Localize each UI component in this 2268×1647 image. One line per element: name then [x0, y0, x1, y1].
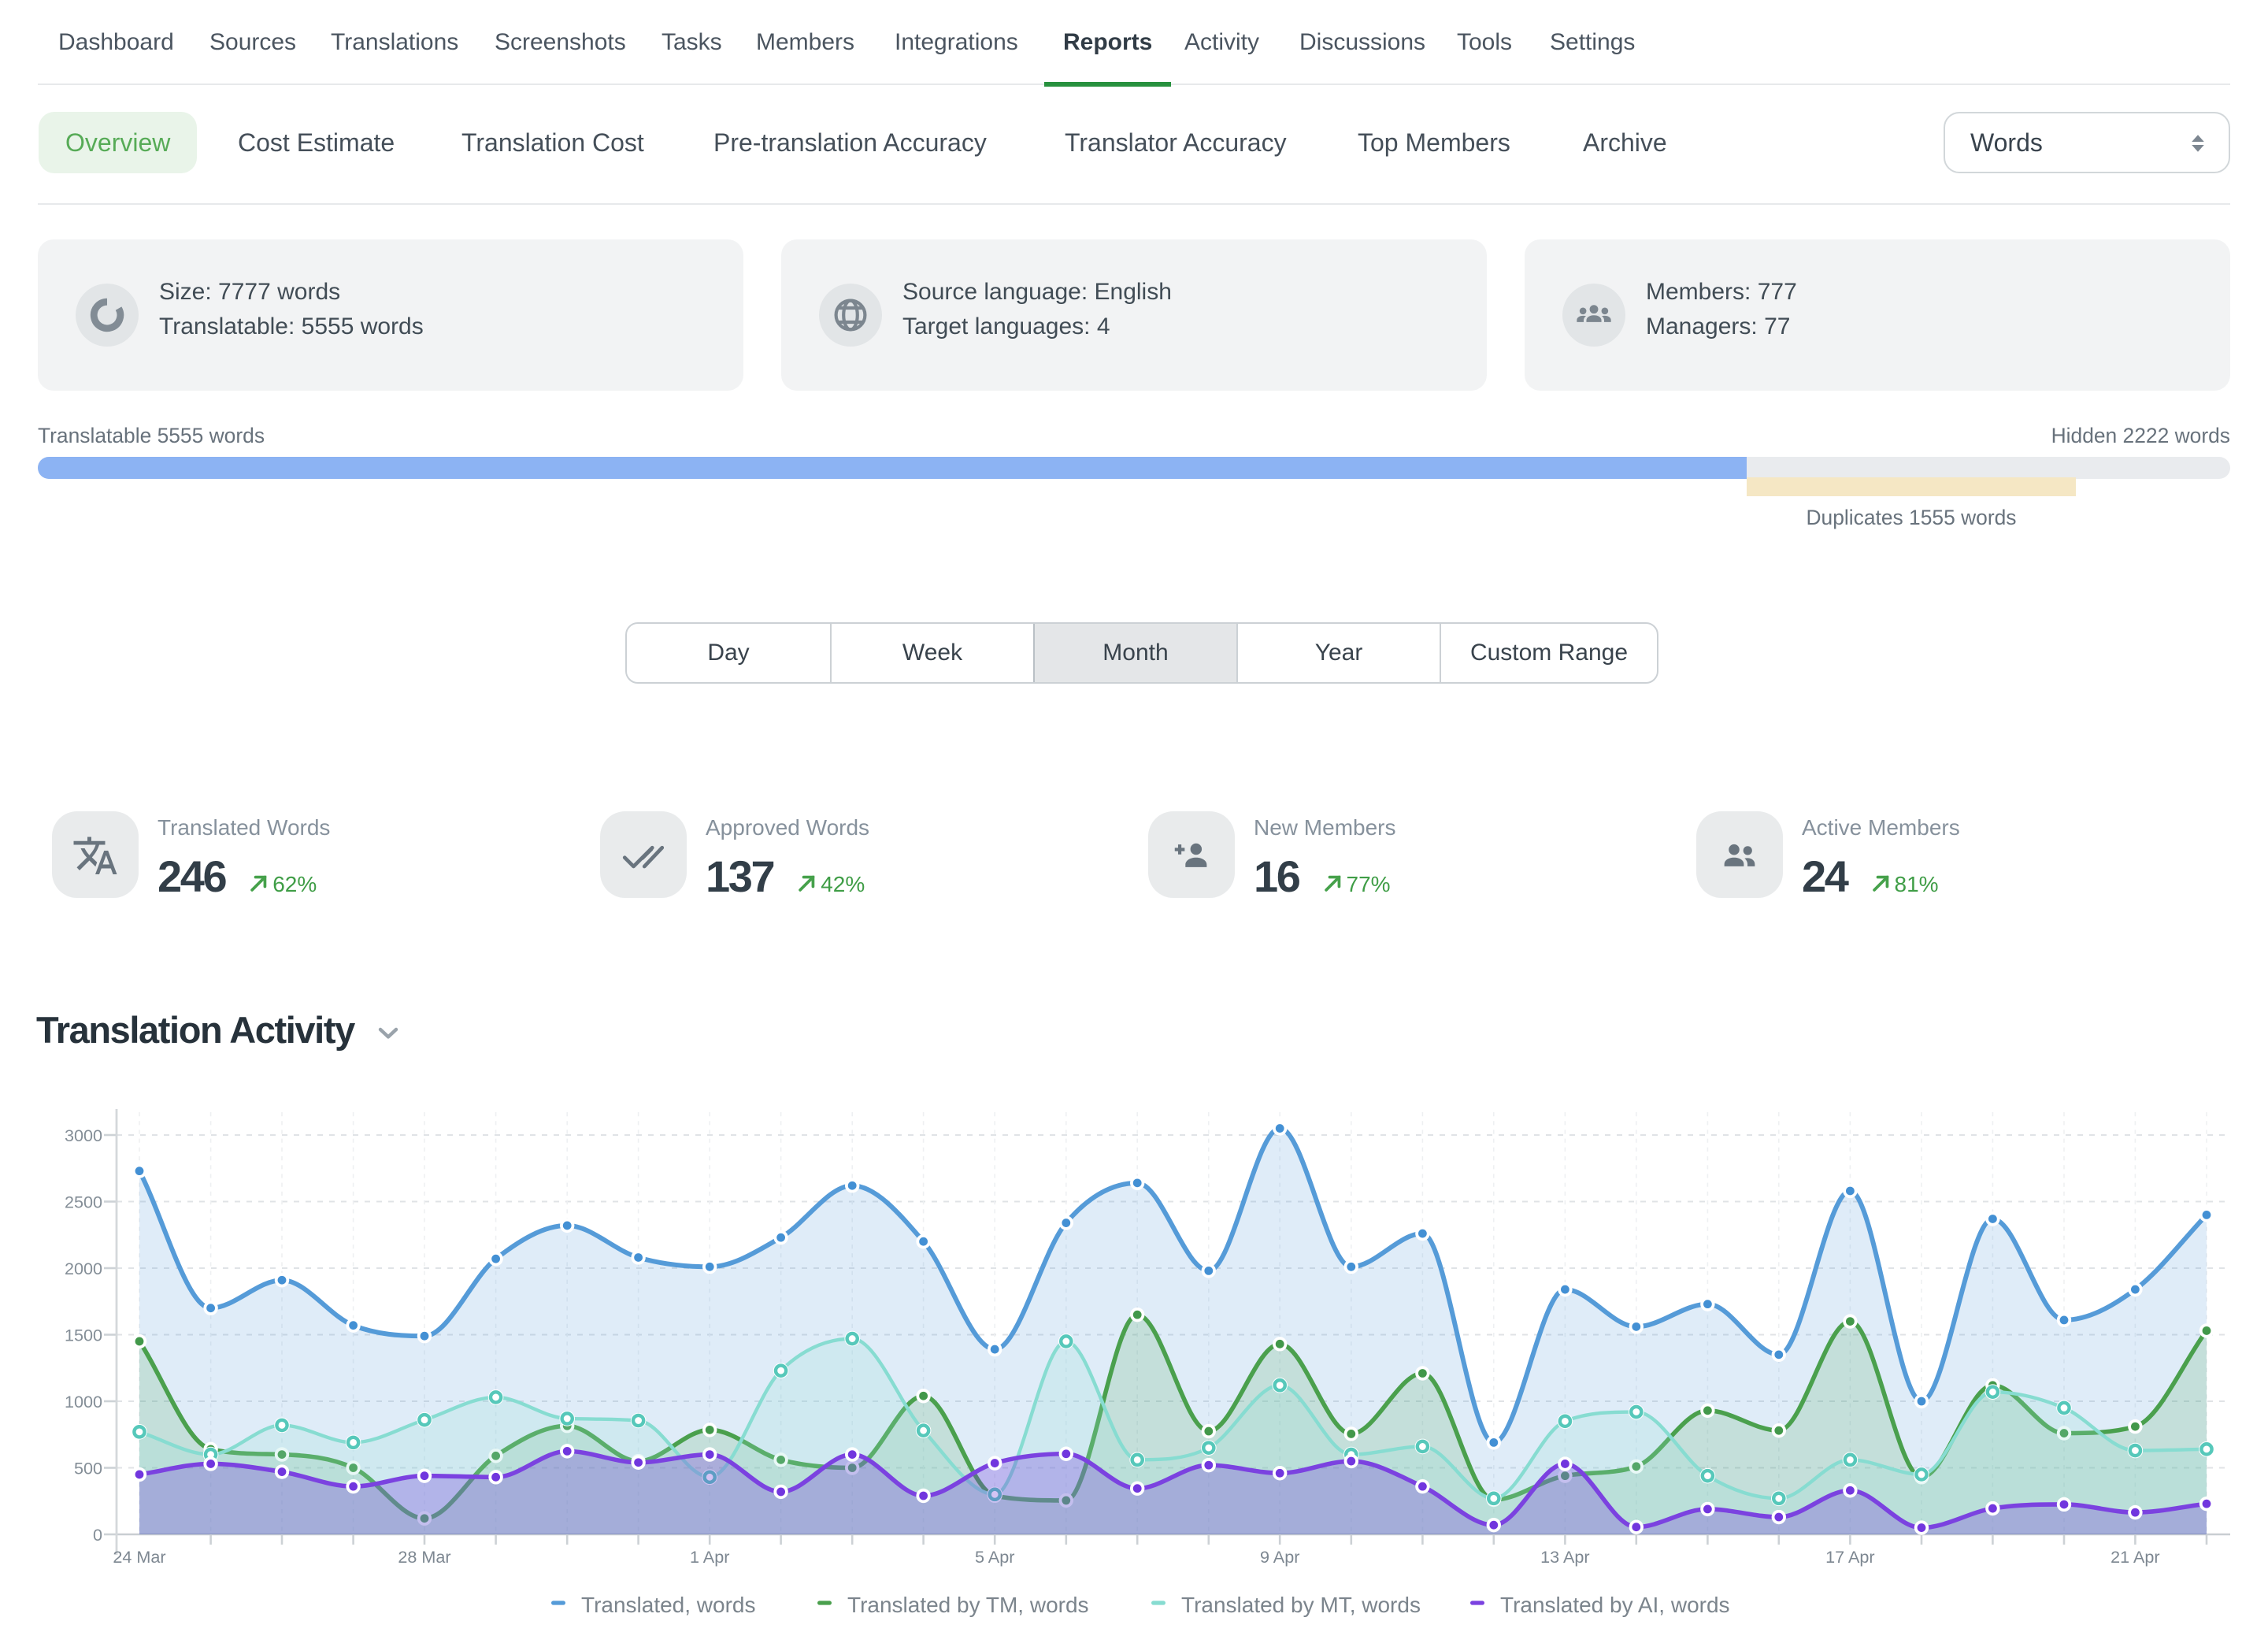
svg-text:2500: 2500	[65, 1193, 102, 1212]
svg-text:21 Apr: 21 Apr	[2110, 1547, 2159, 1567]
svg-text:24 Mar: 24 Mar	[113, 1547, 165, 1567]
svg-text:Translated by AI, words: Translated by AI, words	[1500, 1593, 1730, 1617]
svg-text:Translated, words: Translated, words	[581, 1593, 756, 1617]
svg-text:5 Apr: 5 Apr	[975, 1547, 1014, 1567]
svg-text:3000: 3000	[65, 1126, 102, 1145]
svg-text:13 Apr: 13 Apr	[1540, 1547, 1589, 1567]
svg-text:28 Mar: 28 Mar	[398, 1547, 450, 1567]
svg-text:9 Apr: 9 Apr	[1260, 1547, 1299, 1567]
svg-text:Translated by TM, words: Translated by TM, words	[847, 1593, 1089, 1617]
svg-text:1500: 1500	[65, 1326, 102, 1345]
svg-text:0: 0	[93, 1525, 102, 1545]
svg-text:1 Apr: 1 Apr	[690, 1547, 729, 1567]
svg-text:17 Apr: 17 Apr	[1825, 1547, 1874, 1567]
svg-text:1000: 1000	[65, 1392, 102, 1411]
svg-text:500: 500	[74, 1459, 102, 1478]
svg-text:2000: 2000	[65, 1259, 102, 1278]
svg-text:Translated by MT, words: Translated by MT, words	[1181, 1593, 1421, 1617]
